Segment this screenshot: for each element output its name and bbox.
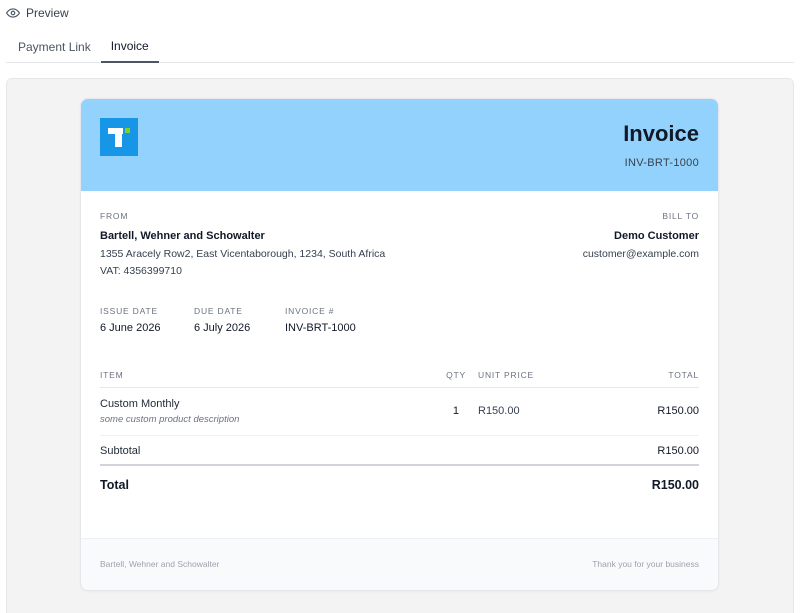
from-address: 1355 Aracely Row2, East Vicentaborough, … — [100, 248, 386, 260]
invoice-number: INV-BRT-1000 — [624, 157, 699, 169]
footer-thanks: Thank you for your business — [592, 559, 699, 569]
invoice-footer: Bartell, Wehner and Schowalter Thank you… — [81, 538, 718, 590]
invoice-number-label: INVOICE # — [285, 306, 335, 316]
tab-bar: Payment Link Invoice — [6, 30, 794, 63]
invoice-title: Invoice — [623, 121, 699, 146]
preview-header: Preview — [6, 4, 69, 22]
from-vat: VAT: 4356399710 — [100, 265, 182, 277]
due-date-value: 6 July 2026 — [194, 322, 251, 334]
subtotal-value: R150.00 — [657, 445, 699, 457]
tab-payment-link[interactable]: Payment Link — [6, 30, 101, 63]
total-value: R150.00 — [651, 478, 699, 492]
from-label: FROM — [100, 211, 129, 221]
total-divider — [100, 464, 699, 466]
col-header-qty: QTY — [446, 370, 466, 380]
footer-company: Bartell, Wehner and Schowalter — [100, 559, 220, 569]
subtotal-label: Subtotal — [100, 445, 141, 457]
table-header-divider — [100, 387, 699, 388]
invoice-number-value: INV-BRT-1000 — [285, 322, 356, 334]
item-qty: 1 — [452, 405, 459, 417]
invoice-card: Invoice INV-BRT-1000 FROM Bartell, Wehne… — [80, 98, 719, 591]
from-name: Bartell, Wehner and Schowalter — [100, 230, 265, 242]
bill-to-email: customer@example.com — [582, 248, 699, 260]
issue-date-value: 6 June 2026 — [100, 322, 161, 334]
tab-invoice[interactable]: Invoice — [100, 30, 159, 63]
invoice-header: Invoice INV-BRT-1000 — [81, 99, 718, 191]
col-header-total: TOTAL — [668, 370, 699, 380]
item-description: some custom product description — [100, 414, 240, 425]
bill-to-label: BILL TO — [662, 211, 699, 221]
bill-to-name: Demo Customer — [614, 230, 699, 242]
total-label: Total — [100, 478, 129, 492]
item-total: R150.00 — [657, 405, 699, 417]
col-header-unit-price: UNIT PRICE — [478, 370, 535, 380]
eye-icon — [6, 8, 20, 18]
col-header-item: ITEM — [100, 370, 124, 380]
item-name: Custom Monthly — [100, 398, 180, 410]
row-divider — [100, 435, 699, 436]
preview-label: Preview — [26, 6, 69, 20]
item-unit-price: R150.00 — [478, 405, 520, 417]
due-date-label: DUE DATE — [194, 306, 243, 316]
company-logo — [100, 118, 138, 156]
issue-date-label: ISSUE DATE — [100, 306, 158, 316]
